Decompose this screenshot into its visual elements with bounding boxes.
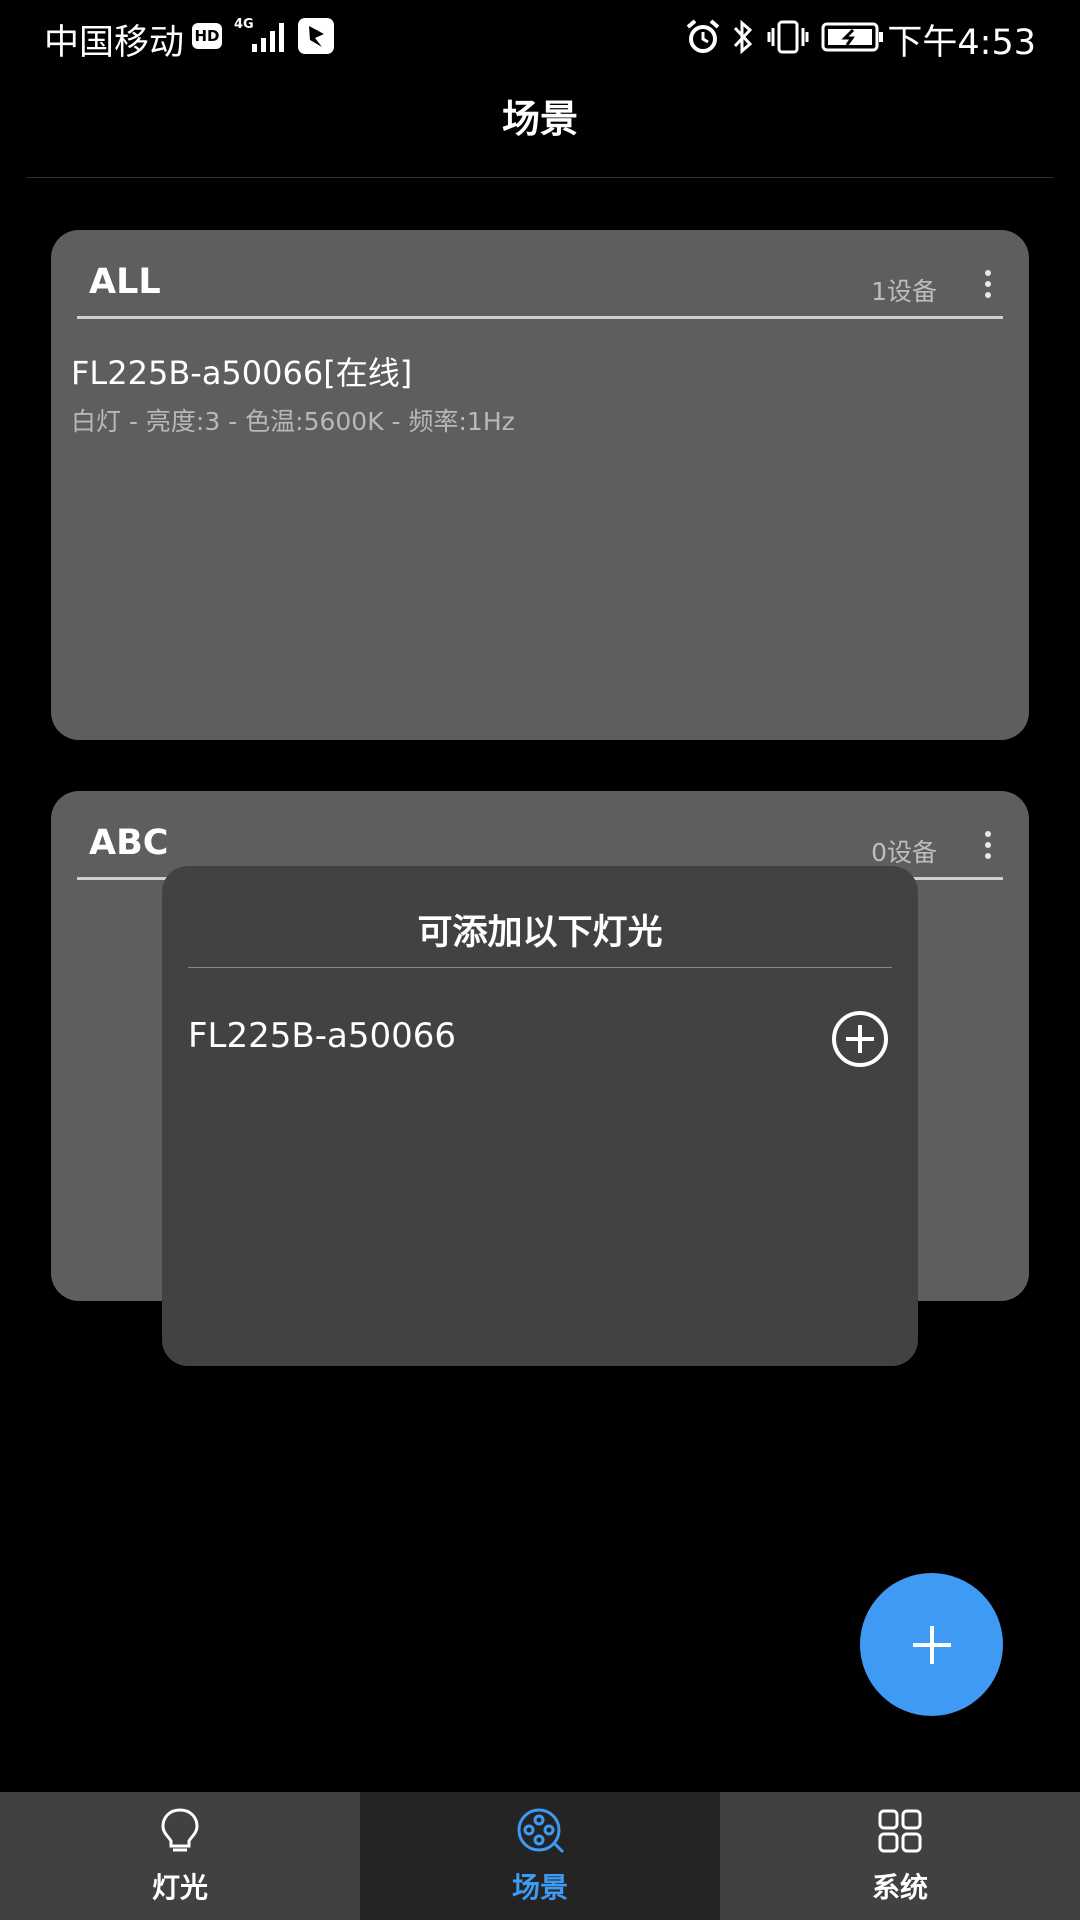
plus-icon xyxy=(912,1625,951,1664)
alarm-icon xyxy=(686,19,720,53)
bulb-icon xyxy=(161,1808,199,1852)
available-light-name: FL225B-a50066 xyxy=(188,1016,456,1056)
nav-label: 系统 xyxy=(871,1871,928,1904)
scene-card-all[interactable]: ALL 1设备 FL225B-a50066[在线] 白灯 - 亮度:3 - 色温… xyxy=(51,230,1029,740)
dialog-title: 可添加以下灯光 xyxy=(417,913,663,953)
scene-title: ABC xyxy=(89,823,169,863)
battery-icon xyxy=(821,22,883,52)
add-circle-icon[interactable] xyxy=(831,1010,889,1068)
grid-icon xyxy=(878,1809,922,1853)
more-options-icon[interactable] xyxy=(983,270,993,300)
clock: 下午4:53 xyxy=(887,23,1036,63)
bottom-navigation: 灯光 场景 系统 xyxy=(0,1792,1080,1920)
scene-device-count: 0设备 xyxy=(871,838,937,867)
scene-device-count: 1设备 xyxy=(871,277,937,306)
nav-tab-system[interactable]: 系统 xyxy=(720,1792,1080,1920)
hd-badge: HD xyxy=(192,23,222,49)
nav-label: 场景 xyxy=(511,1871,568,1904)
header-divider xyxy=(26,177,1054,178)
status-bar: 中国移动 HD 4G 下午4:53 xyxy=(0,0,1080,76)
scene-reel-icon xyxy=(517,1808,565,1854)
nav-label: 灯光 xyxy=(151,1871,208,1904)
page-title: 场景 xyxy=(501,97,578,141)
dialog-divider xyxy=(188,967,892,968)
nav-tab-lights[interactable]: 灯光 xyxy=(0,1792,360,1920)
add-light-dialog: 可添加以下灯光 FL225B-a50066 xyxy=(162,866,918,1366)
scene-device-item[interactable]: FL225B-a50066[在线] 白灯 - 亮度:3 - 色温:5600K -… xyxy=(71,348,515,438)
scene-title: ALL xyxy=(89,262,161,302)
more-options-icon[interactable] xyxy=(983,831,993,861)
carrier-name: 中国移动 xyxy=(44,23,185,63)
app-header: 场景 xyxy=(0,76,1080,178)
nav-tab-scenes[interactable]: 场景 xyxy=(360,1792,720,1920)
app-notification-icon xyxy=(298,18,334,54)
signal-icon xyxy=(252,23,284,52)
device-name: FL225B-a50066[在线] xyxy=(71,354,413,392)
vibrate-icon xyxy=(767,20,809,54)
device-info: 白灯 - 亮度:3 - 色温:5600K - 频率:1Hz xyxy=(71,407,515,436)
scene-divider xyxy=(77,316,1003,319)
bluetooth-icon xyxy=(733,19,753,55)
add-scene-button[interactable] xyxy=(860,1573,1003,1716)
